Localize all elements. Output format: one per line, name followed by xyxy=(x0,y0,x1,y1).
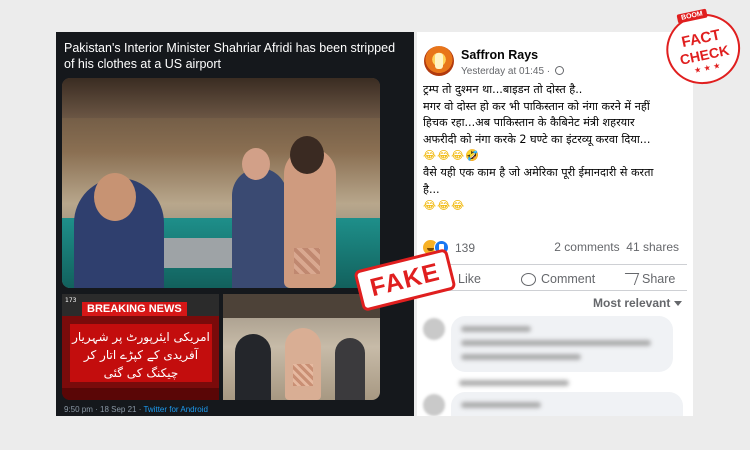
tweet-footer: 9:50 pm · 18 Sep 21 · Twitter for Androi… xyxy=(64,405,208,414)
comment-button[interactable]: Comment xyxy=(521,272,595,286)
share-button[interactable]: Share xyxy=(620,272,675,286)
commenter-avatar[interactable] xyxy=(423,394,445,416)
breaking-news-photo: 173 BREAKING NEWS امریکی ایئرپورٹ پر شہر… xyxy=(62,294,219,400)
comment-bubble xyxy=(451,316,673,372)
blur-patch xyxy=(293,364,313,386)
post-line: है... xyxy=(423,182,440,196)
tweet-timestamp: 9:50 pm · 18 Sep 21 · xyxy=(64,405,144,414)
post-emoji-line: 😂😂😂 xyxy=(423,199,466,213)
chevron-down-icon xyxy=(674,301,683,306)
commenter-avatar[interactable] xyxy=(423,318,445,340)
post-actions: Like Comment Share xyxy=(417,270,693,296)
facebook-post: Saffron Rays Yesterday at 01:45 · ट्रम्प… xyxy=(417,32,693,416)
post-line: वैसे यही एक काम है जो अमेरिका पूरी ईमानद… xyxy=(423,165,654,179)
fact-check-logo: BOOM FACT CHECK ★ ★ ★ xyxy=(659,3,747,93)
shares-count[interactable]: 41 shares xyxy=(626,240,679,254)
post-author[interactable]: Saffron Rays xyxy=(461,48,538,62)
comment-bubble xyxy=(451,392,683,416)
post-emoji-line: 😂😂😂🤣 xyxy=(423,149,481,163)
airport-photo-2 xyxy=(223,294,380,400)
reaction-bar: 139 2 comments 41 shares xyxy=(423,240,687,256)
comments-count[interactable]: 2 comments xyxy=(554,240,619,254)
globe-icon xyxy=(554,66,564,75)
avatar[interactable] xyxy=(424,46,454,76)
post-body: ट्रम्प तो दुश्मन था...बाइडन तो दोस्त है.… xyxy=(423,82,687,215)
post-line: ट्रम्प तो दुश्मन था...बाइडन तो दोस्त है.… xyxy=(423,83,583,96)
post-line: अफरीदी को नंगा करके 2 घण्टे का इंटरव्यू … xyxy=(423,132,651,146)
reaction-count[interactable]: 139 xyxy=(455,241,475,255)
tweet-client-link[interactable]: Twitter for Android xyxy=(143,405,207,414)
post-line: हिचक रहा...अब पाकिस्तान के कैबिनेट मंत्र… xyxy=(423,116,635,130)
airport-photo xyxy=(62,78,380,288)
blur-patch xyxy=(294,248,320,274)
breaking-news-label: BREAKING NEWS xyxy=(82,302,187,316)
divider xyxy=(423,264,687,265)
share-icon xyxy=(620,273,640,285)
tweet-headline: Pakistan's Interior Minister Shahriar Af… xyxy=(64,41,396,71)
comment-icon xyxy=(521,272,536,286)
comment-sort-dropdown[interactable]: Most relevant xyxy=(593,296,683,310)
urdu-caption: امریکی ایئرپورٹ پر شہریار آفریدی کے کپڑے… xyxy=(70,324,212,382)
divider xyxy=(423,290,687,291)
channel-number: 173 xyxy=(65,297,77,304)
post-line: मगर वो दोस्त हो कर भी पाकिस्तान को नंगा … xyxy=(423,99,650,113)
post-time[interactable]: Yesterday at 01:45 · xyxy=(461,66,564,77)
